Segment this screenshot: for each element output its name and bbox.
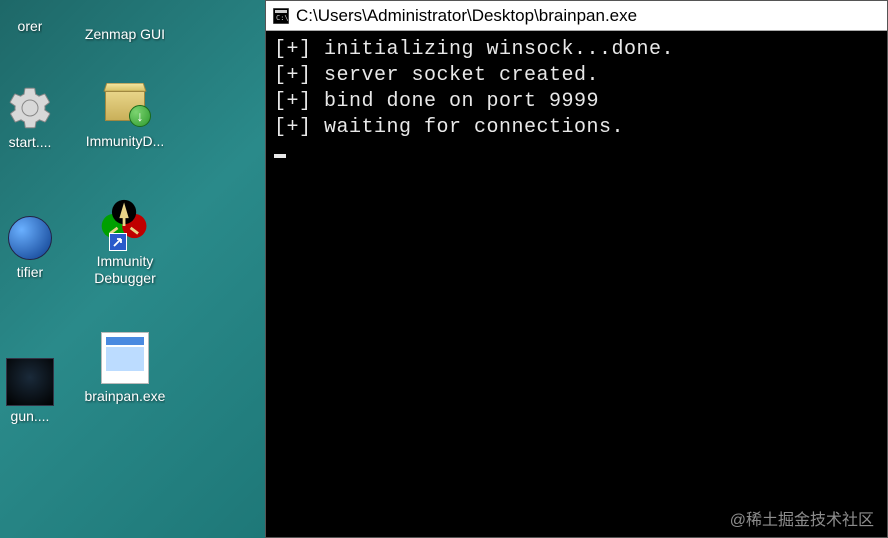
desktop-icon-orer[interactable]: orer	[0, 0, 60, 38]
icon-label: gun....	[11, 408, 50, 424]
cmd-icon: C:\	[272, 7, 290, 25]
globe-icon	[6, 214, 54, 262]
dark-app-icon	[6, 358, 54, 406]
desktop-icon-tifier[interactable]: tifier	[0, 210, 60, 284]
console-window[interactable]: C:\ C:\Users\Administrator\Desktop\brain…	[265, 0, 888, 538]
zenmap-icon	[97, 0, 153, 24]
desktop-icon-immunityd-installer[interactable]: ↓ ImmunityD...	[80, 71, 170, 153]
titlebar[interactable]: C:\ C:\Users\Administrator\Desktop\brain…	[266, 1, 887, 31]
icon-label: brainpan.exe	[85, 388, 166, 404]
puzzle-icon	[97, 195, 153, 251]
generic-app-icon	[6, 0, 54, 16]
icon-label: start....	[9, 134, 52, 150]
text-cursor	[274, 154, 286, 158]
icon-label: Immunity Debugger	[82, 253, 168, 287]
exe-window-icon	[97, 330, 153, 386]
console-line: [+] server socket created.	[274, 63, 879, 89]
svg-text:C:\: C:\	[276, 14, 289, 22]
desktop-icon-start[interactable]: start....	[0, 80, 60, 154]
console-line: [+] bind done on port 9999	[274, 89, 879, 115]
icon-label: ImmunityD...	[86, 133, 165, 149]
gear-icon	[6, 84, 54, 132]
icon-label: tifier	[17, 264, 43, 280]
desktop-icon-zenmap[interactable]: Zenmap GUI	[80, 0, 170, 47]
desktop-icon-immunity-debugger[interactable]: Immunity Debugger	[80, 191, 170, 291]
desktop-icon-brainpan[interactable]: brainpan.exe	[80, 326, 170, 408]
console-output: [+] initializing winsock...done. [+] ser…	[266, 31, 887, 173]
shortcut-arrow-icon	[109, 233, 127, 251]
desktop-background: orer start.... tifier gun.... Zenmap GUI	[0, 0, 265, 538]
console-line: [+] initializing winsock...done.	[274, 37, 879, 63]
window-title: C:\Users\Administrator\Desktop\brainpan.…	[296, 6, 637, 26]
icon-label: orer	[18, 18, 43, 34]
box-download-icon: ↓	[97, 75, 153, 131]
watermark: @稀土掘金技术社区	[730, 506, 874, 530]
desktop-icon-gun[interactable]: gun....	[0, 354, 60, 428]
console-line: [+] waiting for connections.	[274, 115, 879, 141]
icon-label: Zenmap GUI	[85, 26, 165, 43]
